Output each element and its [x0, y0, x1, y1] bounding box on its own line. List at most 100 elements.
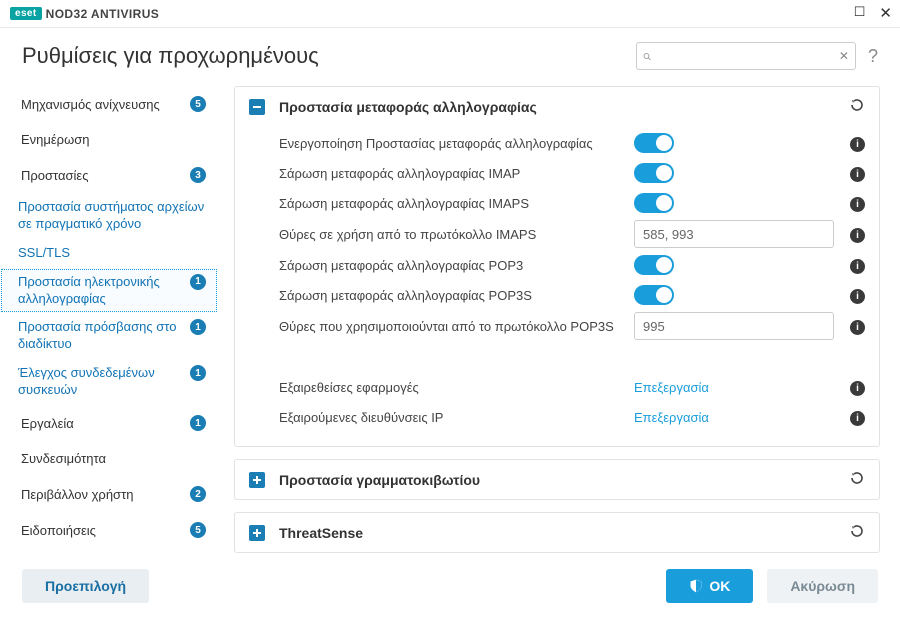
setting-label: Ενεργοποίηση Προστασίας μεταφοράς αλληλο…	[279, 136, 634, 151]
sidebar-subitem[interactable]: Έλεγχος συνδεδεμένων συσκευών 1	[0, 359, 218, 405]
sidebar-item[interactable]: Ειδοποιήσεις 5	[0, 512, 218, 548]
setting-label: Σάρωση μεταφοράς αλληλογραφίας IMAP	[279, 166, 634, 181]
setting-label: Εξαιρεθείσες εφαρμογές	[279, 380, 634, 395]
panel-title: ThreatSense	[279, 525, 849, 541]
ok-button-label: OK	[709, 578, 730, 594]
setting-label: Σάρωση μεταφοράς αλληλογραφίας IMAPS	[279, 196, 634, 211]
toggle-switch[interactable]	[634, 255, 674, 275]
info-icon[interactable]: i	[850, 137, 865, 152]
panel-header[interactable]: Προστασία μεταφοράς αλληλογραφίας	[235, 87, 879, 126]
panel-body: Ενεργοποίηση Προστασίας μεταφοράς αλληλο…	[235, 126, 879, 446]
titlebar: eset NOD32 ANTIVIRUS ☐ ✕	[0, 0, 900, 28]
brand-badge: eset	[10, 7, 42, 20]
panel-header[interactable]: ThreatSense	[235, 513, 879, 552]
setting-row: Εξαιρεθείσες εφαρμογέςΕπεξεργασία i	[279, 372, 865, 402]
sidebar-item-label: Ειδοποιήσεις	[21, 523, 186, 538]
toggle-switch[interactable]	[634, 285, 674, 305]
text-input[interactable]	[634, 312, 834, 340]
search-box[interactable]: ✕	[636, 42, 856, 70]
reset-icon[interactable]	[849, 97, 865, 113]
badge: 5	[190, 96, 206, 112]
window-close-icon[interactable]: ✕	[879, 4, 892, 22]
sidebar-item[interactable]: Εργαλεία 1	[0, 405, 218, 441]
sidebar-subitem[interactable]: Προστασία πρόσβασης στο διαδίκτυο 1	[0, 313, 218, 359]
setting-row: Ενεργοποίηση Προστασίας μεταφοράς αλληλο…	[279, 128, 865, 158]
badge: 2	[190, 486, 206, 502]
toggle-switch[interactable]	[634, 193, 674, 213]
sidebar-item[interactable]: Περιβάλλον χρήστη 2	[0, 476, 218, 512]
sidebar-item-label: Μηχανισμός ανίχνευσης	[21, 97, 186, 112]
panel-header[interactable]: Προστασία γραμματοκιβωτίου	[235, 460, 879, 499]
badge: 1	[190, 319, 206, 335]
sidebar-item-label: Εργαλεία	[21, 416, 186, 431]
badge: 5	[190, 522, 206, 538]
setting-row: Εξαιρούμενες διευθύνσεις IPΕπεξεργασία i	[279, 402, 865, 432]
settings-panel: ThreatSense	[234, 512, 880, 553]
sidebar-item[interactable]: Ενημέρωση	[0, 122, 218, 157]
badge: 1	[190, 365, 206, 381]
sidebar-subitem[interactable]: Προστασία συστήματος αρχείων σε πραγματι…	[0, 193, 218, 239]
cancel-button[interactable]: Ακύρωση	[767, 569, 878, 603]
sidebar-item-label: Ενημέρωση	[21, 132, 206, 147]
panel-title: Προστασία γραμματοκιβωτίου	[279, 472, 849, 488]
setting-label: Θύρες σε χρήση από το πρωτόκολλο IMAPS	[279, 227, 634, 242]
info-icon[interactable]: i	[850, 381, 865, 396]
expand-icon[interactable]	[249, 525, 265, 541]
reset-icon[interactable]	[849, 470, 865, 486]
edit-link[interactable]: Επεξεργασία	[634, 380, 709, 395]
search-icon	[643, 50, 651, 63]
info-icon[interactable]: i	[850, 197, 865, 212]
info-icon[interactable]: i	[850, 259, 865, 274]
sidebar-item-label: SSL/TLS	[18, 245, 206, 262]
sidebar-subitem[interactable]: SSL/TLS	[0, 239, 218, 268]
sidebar-item[interactable]: Συνδεσιμότητα	[0, 441, 218, 476]
sidebar-item-label: Προστασίες	[21, 168, 186, 183]
settings-panel: Προστασία γραμματοκιβωτίου	[234, 459, 880, 500]
expand-icon[interactable]	[249, 472, 265, 488]
panel-title: Προστασία μεταφοράς αλληλογραφίας	[279, 99, 849, 115]
sidebar-item[interactable]: Προστασίες 3	[0, 157, 218, 193]
sidebar-item[interactable]: Μηχανισμός ανίχνευσης 5	[0, 86, 218, 122]
setting-row: Σάρωση μεταφοράς αλληλογραφίας POP3S i	[279, 280, 865, 310]
info-icon[interactable]: i	[850, 228, 865, 243]
toggle-switch[interactable]	[634, 133, 674, 153]
sidebar-item[interactable]: Ρυθμίσεις απορρήτου	[0, 548, 218, 558]
collapse-icon[interactable]	[249, 99, 265, 115]
info-icon[interactable]: i	[850, 289, 865, 304]
text-input[interactable]	[634, 220, 834, 248]
search-input[interactable]	[657, 49, 833, 64]
main-panel: Προστασία μεταφοράς αλληλογραφίας Ενεργοπ…	[218, 82, 900, 558]
info-icon[interactable]: i	[850, 320, 865, 335]
page-title: Ρυθμίσεις για προχωρημένους	[22, 43, 636, 69]
setting-label: Σάρωση μεταφοράς αλληλογραφίας POP3	[279, 258, 634, 273]
setting-row: Θύρες που χρησιμοποιούνται από το πρωτόκ…	[279, 310, 865, 342]
setting-label: Εξαιρούμενες διευθύνσεις IP	[279, 410, 634, 425]
setting-label: Θύρες που χρησιμοποιούνται από το πρωτόκ…	[279, 319, 634, 334]
sidebar-item-label: Προστασία πρόσβασης στο διαδίκτυο	[18, 319, 180, 353]
settings-panel: Προστασία μεταφοράς αλληλογραφίας Ενεργοπ…	[234, 86, 880, 447]
toggle-switch[interactable]	[634, 163, 674, 183]
sidebar: Μηχανισμός ανίχνευσης 5 Ενημέρωση Προστασίε…	[0, 82, 218, 558]
setting-row: Σάρωση μεταφοράς αλληλογραφίας POP3 i	[279, 250, 865, 280]
reset-icon[interactable]	[849, 523, 865, 539]
edit-link[interactable]: Επεξεργασία	[634, 410, 709, 425]
brand: eset NOD32 ANTIVIRUS	[10, 7, 159, 21]
sidebar-item-label: Προστασία συστήματος αρχείων σε πραγματι…	[18, 199, 206, 233]
info-icon[interactable]: i	[850, 167, 865, 182]
badge: 1	[190, 415, 206, 431]
search-clear-icon[interactable]: ✕	[839, 49, 849, 63]
window-maximize-icon[interactable]: ☐	[854, 4, 866, 22]
setting-row: Σάρωση μεταφοράς αλληλογραφίας IMAP i	[279, 158, 865, 188]
sidebar-subitem[interactable]: Προστασία ηλεκτρονικής αλληλογραφίας1	[0, 268, 218, 314]
help-button[interactable]: ?	[868, 46, 878, 67]
sidebar-item-label: Συνδεσιμότητα	[21, 451, 206, 466]
default-button[interactable]: Προεπιλογή	[22, 569, 149, 603]
sidebar-item-label: Έλεγχος συνδεδεμένων συσκευών	[18, 365, 180, 399]
badge: 3	[190, 167, 206, 183]
sidebar-item-label: Περιβάλλον χρήστη	[21, 487, 186, 502]
setting-row: Θύρες σε χρήση από το πρωτόκολλο IMAPS i	[279, 218, 865, 250]
setting-label: Σάρωση μεταφοράς αλληλογραφίας POP3S	[279, 288, 634, 303]
ok-button[interactable]: OK	[666, 569, 753, 603]
footer: Προεπιλογή OK Ακύρωση	[0, 558, 900, 614]
info-icon[interactable]: i	[850, 411, 865, 426]
